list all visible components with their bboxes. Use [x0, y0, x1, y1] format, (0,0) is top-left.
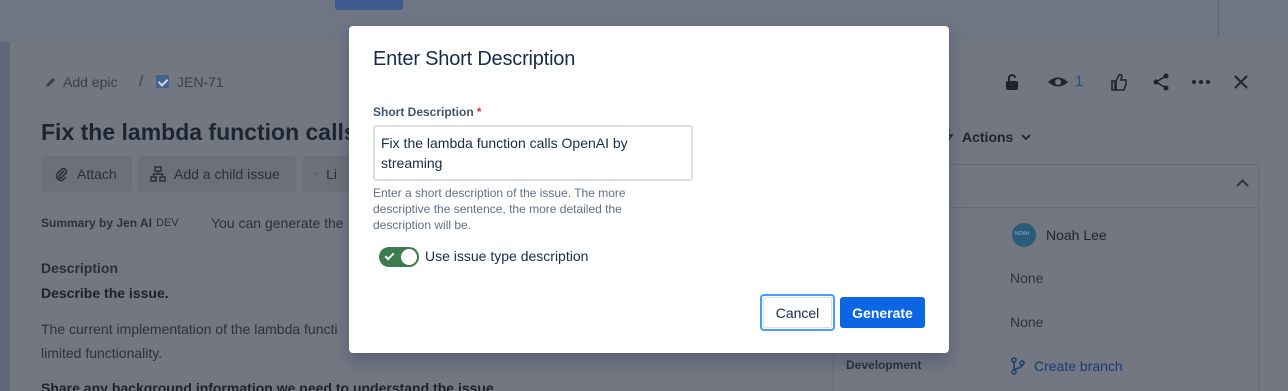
chevron-down-icon	[1021, 134, 1031, 141]
hierarchy-icon	[150, 166, 166, 182]
background-heading: Share any background information we need…	[41, 380, 498, 391]
left-sidebar-strip	[0, 42, 10, 391]
create-branch-link[interactable]: Create branch	[1034, 358, 1123, 374]
paperclip-icon	[55, 167, 68, 182]
dev-badge: DEV	[156, 217, 179, 229]
eye-icon[interactable]	[1047, 72, 1069, 92]
top-nav-button[interactable]	[335, 0, 403, 10]
short-description-dialog: Enter Short Description Short Descriptio…	[349, 26, 949, 353]
branch-icon	[1011, 357, 1025, 375]
summary-text: You can generate the	[211, 215, 344, 231]
attach-label: Attach	[77, 166, 117, 182]
description-paragraph-line: limited functionality.	[41, 345, 163, 361]
short-description-label-text: Short Description	[373, 105, 474, 119]
short-description-label: Short Description *	[373, 105, 481, 119]
link-label: Li	[326, 166, 337, 182]
issue-type-description-toggle[interactable]	[379, 247, 419, 267]
describe-issue-heading: Describe the issue.	[41, 285, 169, 301]
assignee-name[interactable]: Noah Lee	[1046, 227, 1107, 243]
development-label: Development	[846, 358, 922, 372]
generate-button[interactable]: Generate	[840, 297, 925, 328]
cancel-button-label: Cancel	[763, 297, 832, 328]
cancel-button[interactable]: Cancel	[760, 294, 835, 331]
detail-value-none[interactable]: None	[1010, 314, 1043, 330]
more-options-icon[interactable]	[1191, 72, 1211, 92]
description-heading: Description	[41, 260, 119, 276]
close-icon[interactable]	[1233, 72, 1249, 92]
summary-label: Summary by Jen AI	[41, 216, 152, 230]
check-icon	[384, 250, 395, 261]
description-paragraph-line: The current implementation of the lambda…	[41, 321, 338, 337]
add-child-issue-button[interactable]: Add a child issue	[138, 156, 296, 192]
avatar	[1012, 223, 1036, 247]
issue-key-link[interactable]: JEN-71	[177, 74, 224, 90]
share-icon[interactable]	[1152, 72, 1170, 92]
required-asterisk: *	[476, 105, 482, 119]
actions-label: Actions	[962, 129, 1014, 145]
pencil-icon	[46, 78, 55, 87]
short-description-input[interactable]: Fix the lambda function calls OpenAI by …	[373, 125, 693, 181]
add-epic-link[interactable]: Add epic	[63, 74, 117, 90]
toggle-label: Use issue type description	[425, 248, 589, 264]
attach-button[interactable]: Attach	[41, 156, 132, 192]
helper-text: Enter a short description of the issue. …	[373, 186, 626, 232]
watch-count[interactable]: 1	[1075, 73, 1083, 90]
toggle-knob	[401, 249, 417, 265]
lock-icon[interactable]	[1003, 72, 1021, 92]
link-issue-button[interactable]: Li	[303, 156, 349, 192]
add-child-issue-label: Add a child issue	[174, 166, 280, 182]
breadcrumb-separator: /	[139, 73, 144, 90]
detail-value-none[interactable]: None	[1010, 270, 1043, 286]
dialog-title: Enter Short Description	[373, 48, 576, 70]
actions-dropdown[interactable]: Actions	[940, 128, 1031, 146]
task-type-icon	[156, 75, 169, 88]
top-nav-divider	[1218, 0, 1219, 36]
thumbs-up-icon[interactable]	[1110, 72, 1128, 92]
issue-title[interactable]: Fix the lambda function calls O	[41, 119, 381, 146]
link-icon	[315, 172, 318, 176]
